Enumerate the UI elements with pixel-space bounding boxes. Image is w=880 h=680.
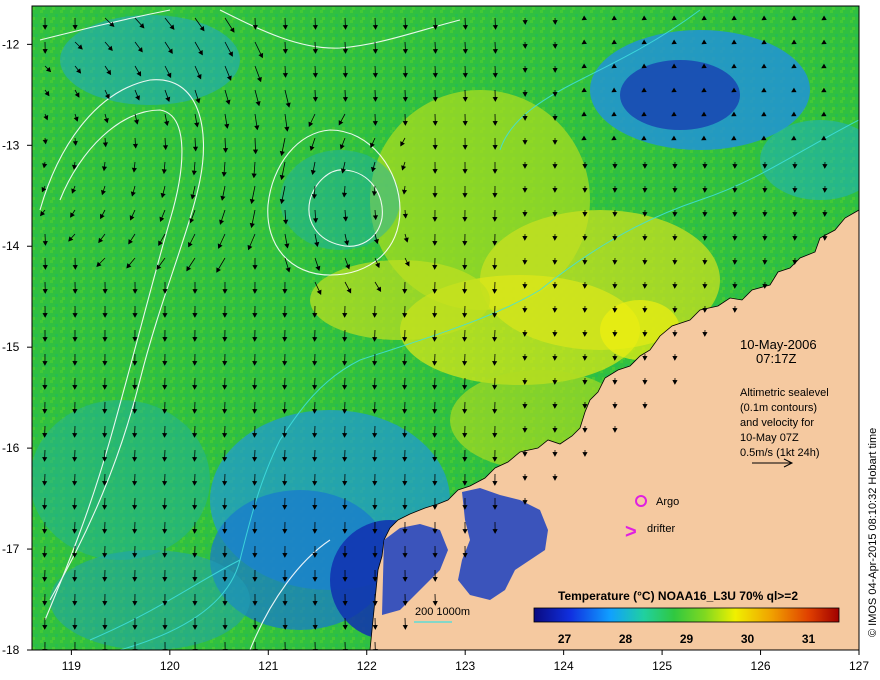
y-tick-label: -14 bbox=[2, 239, 20, 253]
drifter-marker: > bbox=[625, 521, 637, 543]
x-axis: 119 120 121 122 123 124 125 126 127 bbox=[62, 650, 869, 673]
x-tick-label: 120 bbox=[160, 659, 180, 673]
legend-line-4: 10-May 07Z bbox=[740, 432, 799, 444]
y-axis: -12 -13 -14 -15 -16 -17 -18 bbox=[2, 37, 32, 657]
x-tick-label: 123 bbox=[455, 659, 475, 673]
x-tick-label: 121 bbox=[258, 659, 278, 673]
map-plot-area: > bbox=[32, 6, 859, 650]
colorbar-tick-label: 29 bbox=[680, 632, 694, 646]
y-tick-label: -17 bbox=[2, 542, 20, 556]
credit-text: © IMOS 04-Apr-2015 08:10:32 Hobart time bbox=[867, 428, 879, 637]
time-label: 07:17Z bbox=[756, 351, 797, 366]
x-tick-label: 119 bbox=[62, 659, 81, 673]
x-tick-label: 125 bbox=[652, 659, 672, 673]
y-tick-label: -12 bbox=[2, 37, 20, 51]
x-tick-label: 126 bbox=[751, 659, 771, 673]
legend-line-2: (0.1m contours) bbox=[740, 402, 817, 414]
y-tick-label: -18 bbox=[2, 643, 20, 657]
argo-label: Argo bbox=[656, 496, 679, 508]
colorbar-tick-label: 30 bbox=[741, 632, 755, 646]
y-tick-label: -16 bbox=[2, 441, 20, 455]
legend-line-5: 0.5m/s (1kt 24h) bbox=[740, 447, 819, 459]
x-tick-label: 124 bbox=[554, 659, 574, 673]
y-tick-label: -13 bbox=[2, 138, 20, 152]
colorbar-tick-label: 27 bbox=[558, 632, 572, 646]
drifter-label: drifter bbox=[647, 523, 675, 535]
depth-contour-label: 200 1000m bbox=[415, 606, 470, 618]
colorbar-title: Temperature (°C) NOAA16_L3U 70% ql>=2 bbox=[558, 589, 798, 603]
y-tick-label: -15 bbox=[2, 340, 20, 354]
x-tick-label: 122 bbox=[357, 659, 377, 673]
date-label: 10-May-2006 bbox=[740, 337, 817, 352]
legend-line-1: Altimetric sealevel bbox=[740, 387, 829, 399]
x-tick-label: 127 bbox=[849, 659, 869, 673]
sst-map-figure: > -12-13-14-15-16-17-18 119 120 121 122 123 1… bbox=[2, 5, 879, 673]
legend-line-3: and velocity for bbox=[740, 417, 814, 429]
colorbar-tick-label: 31 bbox=[802, 632, 816, 646]
colorbar-tick-label: 28 bbox=[619, 632, 633, 646]
colorbar bbox=[533, 607, 840, 623]
